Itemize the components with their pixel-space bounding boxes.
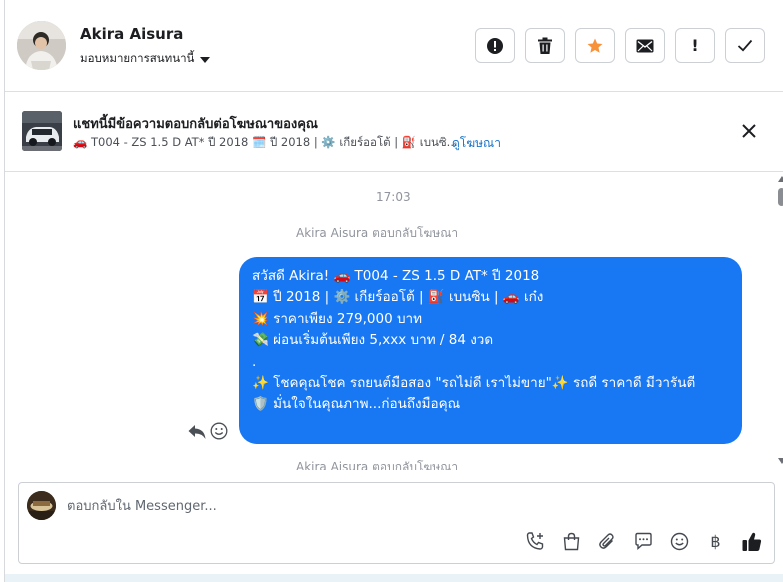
phone-plus-icon xyxy=(526,532,544,550)
reply-icon[interactable] xyxy=(187,423,207,441)
avatar[interactable] xyxy=(17,21,66,70)
assign-label: มอบหมายการสนทนานี้ xyxy=(80,51,195,65)
message-timestamp: 17:03 xyxy=(376,190,411,204)
ad-reply-notice: Akira Aisura ตอบกลับโฆษณา xyxy=(296,226,459,240)
close-icon[interactable] xyxy=(741,123,757,139)
delete-button[interactable] xyxy=(525,28,565,63)
mark-spam-button[interactable] xyxy=(475,28,515,63)
thumbs-up-icon xyxy=(742,532,761,551)
chevron-down-icon xyxy=(200,56,211,63)
shop-button[interactable] xyxy=(560,530,583,553)
ad-thumbnail[interactable] xyxy=(22,111,62,151)
follow-up-button[interactable]: ! xyxy=(675,28,715,63)
page-avatar xyxy=(27,491,56,520)
assign-conversation-dropdown[interactable]: มอบหมายการสนทนานี้ xyxy=(80,50,211,68)
saved-replies-button[interactable] xyxy=(632,530,655,553)
payment-button[interactable]: ฿ xyxy=(704,530,727,553)
checkmark-icon xyxy=(737,39,753,52)
conversation-header: Akira Aisura มอบหมายการสนทนานี้ ! xyxy=(5,0,783,92)
ad-banner-subtitle: 🚗 T004 - ZS 1.5 D AT* ปี 2018 🗓️ ปี 2018… xyxy=(73,135,458,149)
composer-toolbar: ฿ xyxy=(524,530,763,553)
ad-banner-title: แชทนี้มีข้อความตอบกลับต่อโฆษณาของคุณ xyxy=(73,117,318,132)
react-smiley-icon[interactable] xyxy=(210,422,228,440)
emoji-button[interactable] xyxy=(668,530,691,553)
ad-reply-banner: แชทนี้มีข้อความตอบกลับต่อโฆษณาของคุณ 🚗 T… xyxy=(5,92,783,172)
envelope-icon xyxy=(636,39,654,52)
star-icon xyxy=(587,38,603,53)
message-line: 💸 ผ่อนเริ่มต้นเพียง 5,xxx บาท / 84 งวด xyxy=(252,332,494,349)
mark-unread-button[interactable] xyxy=(625,28,665,63)
header-actions: ! xyxy=(475,28,765,63)
message-line: 🛡️ มั่นใจในคุณภาพ...ก่อนถึงมือคุณ xyxy=(252,396,461,413)
baht-icon: ฿ xyxy=(710,532,721,551)
paperclip-icon xyxy=(599,533,614,549)
shopping-bag-icon xyxy=(563,532,580,551)
contact-name[interactable]: Akira Aisura xyxy=(80,25,183,43)
scroll-up-arrow-icon[interactable] xyxy=(778,176,783,182)
reply-input[interactable] xyxy=(67,494,757,518)
message-line: สวัสดี Akira! 🚗 T004 - ZS 1.5 D AT* ปี 2… xyxy=(252,268,540,284)
message-line: ✨ โชคคุณโชค รถยนต์มือสอง "รถไม่ดี เราไม่… xyxy=(252,375,696,392)
view-ad-link[interactable]: ดูโฆษณา xyxy=(452,134,501,153)
thread-scrollbar[interactable] xyxy=(775,173,783,470)
ad-reply-notice: Akira Aisura ตอบกลับโฆษณา xyxy=(296,460,459,470)
attach-button[interactable] xyxy=(596,530,619,553)
message-line: 📅 ปี 2018 | ⚙️ เกียร์ออโต้ | ⛽ เบนซิน | … xyxy=(252,289,544,306)
scroll-thumb[interactable] xyxy=(778,188,783,206)
message-line: 💥 ราคาเพียง 279,000 บาท xyxy=(252,310,423,327)
trash-icon xyxy=(538,37,552,54)
message-line: . xyxy=(252,353,257,370)
outgoing-message-bubble[interactable]: สวัสดี Akira! 🚗 T004 - ZS 1.5 D AT* ปี 2… xyxy=(239,257,742,444)
conversation-panel: Akira Aisura มอบหมายการสนทนานี้ ! แชทนี้… xyxy=(4,0,783,582)
mark-done-button[interactable] xyxy=(725,28,765,63)
scroll-down-arrow-icon[interactable] xyxy=(778,458,783,464)
call-button[interactable] xyxy=(524,530,547,553)
alert-circle-icon xyxy=(487,37,503,54)
like-button[interactable] xyxy=(740,530,763,553)
message-composer: ฿ xyxy=(18,482,775,564)
smiley-icon xyxy=(670,532,689,551)
exclamation-icon: ! xyxy=(691,36,699,55)
star-button[interactable] xyxy=(575,28,615,63)
message-thread: 17:03 Akira Aisura ตอบกลับโฆษณา สวัสดี A… xyxy=(5,173,775,470)
window-bottom-edge xyxy=(5,574,783,582)
chat-bubble-icon xyxy=(635,532,652,551)
